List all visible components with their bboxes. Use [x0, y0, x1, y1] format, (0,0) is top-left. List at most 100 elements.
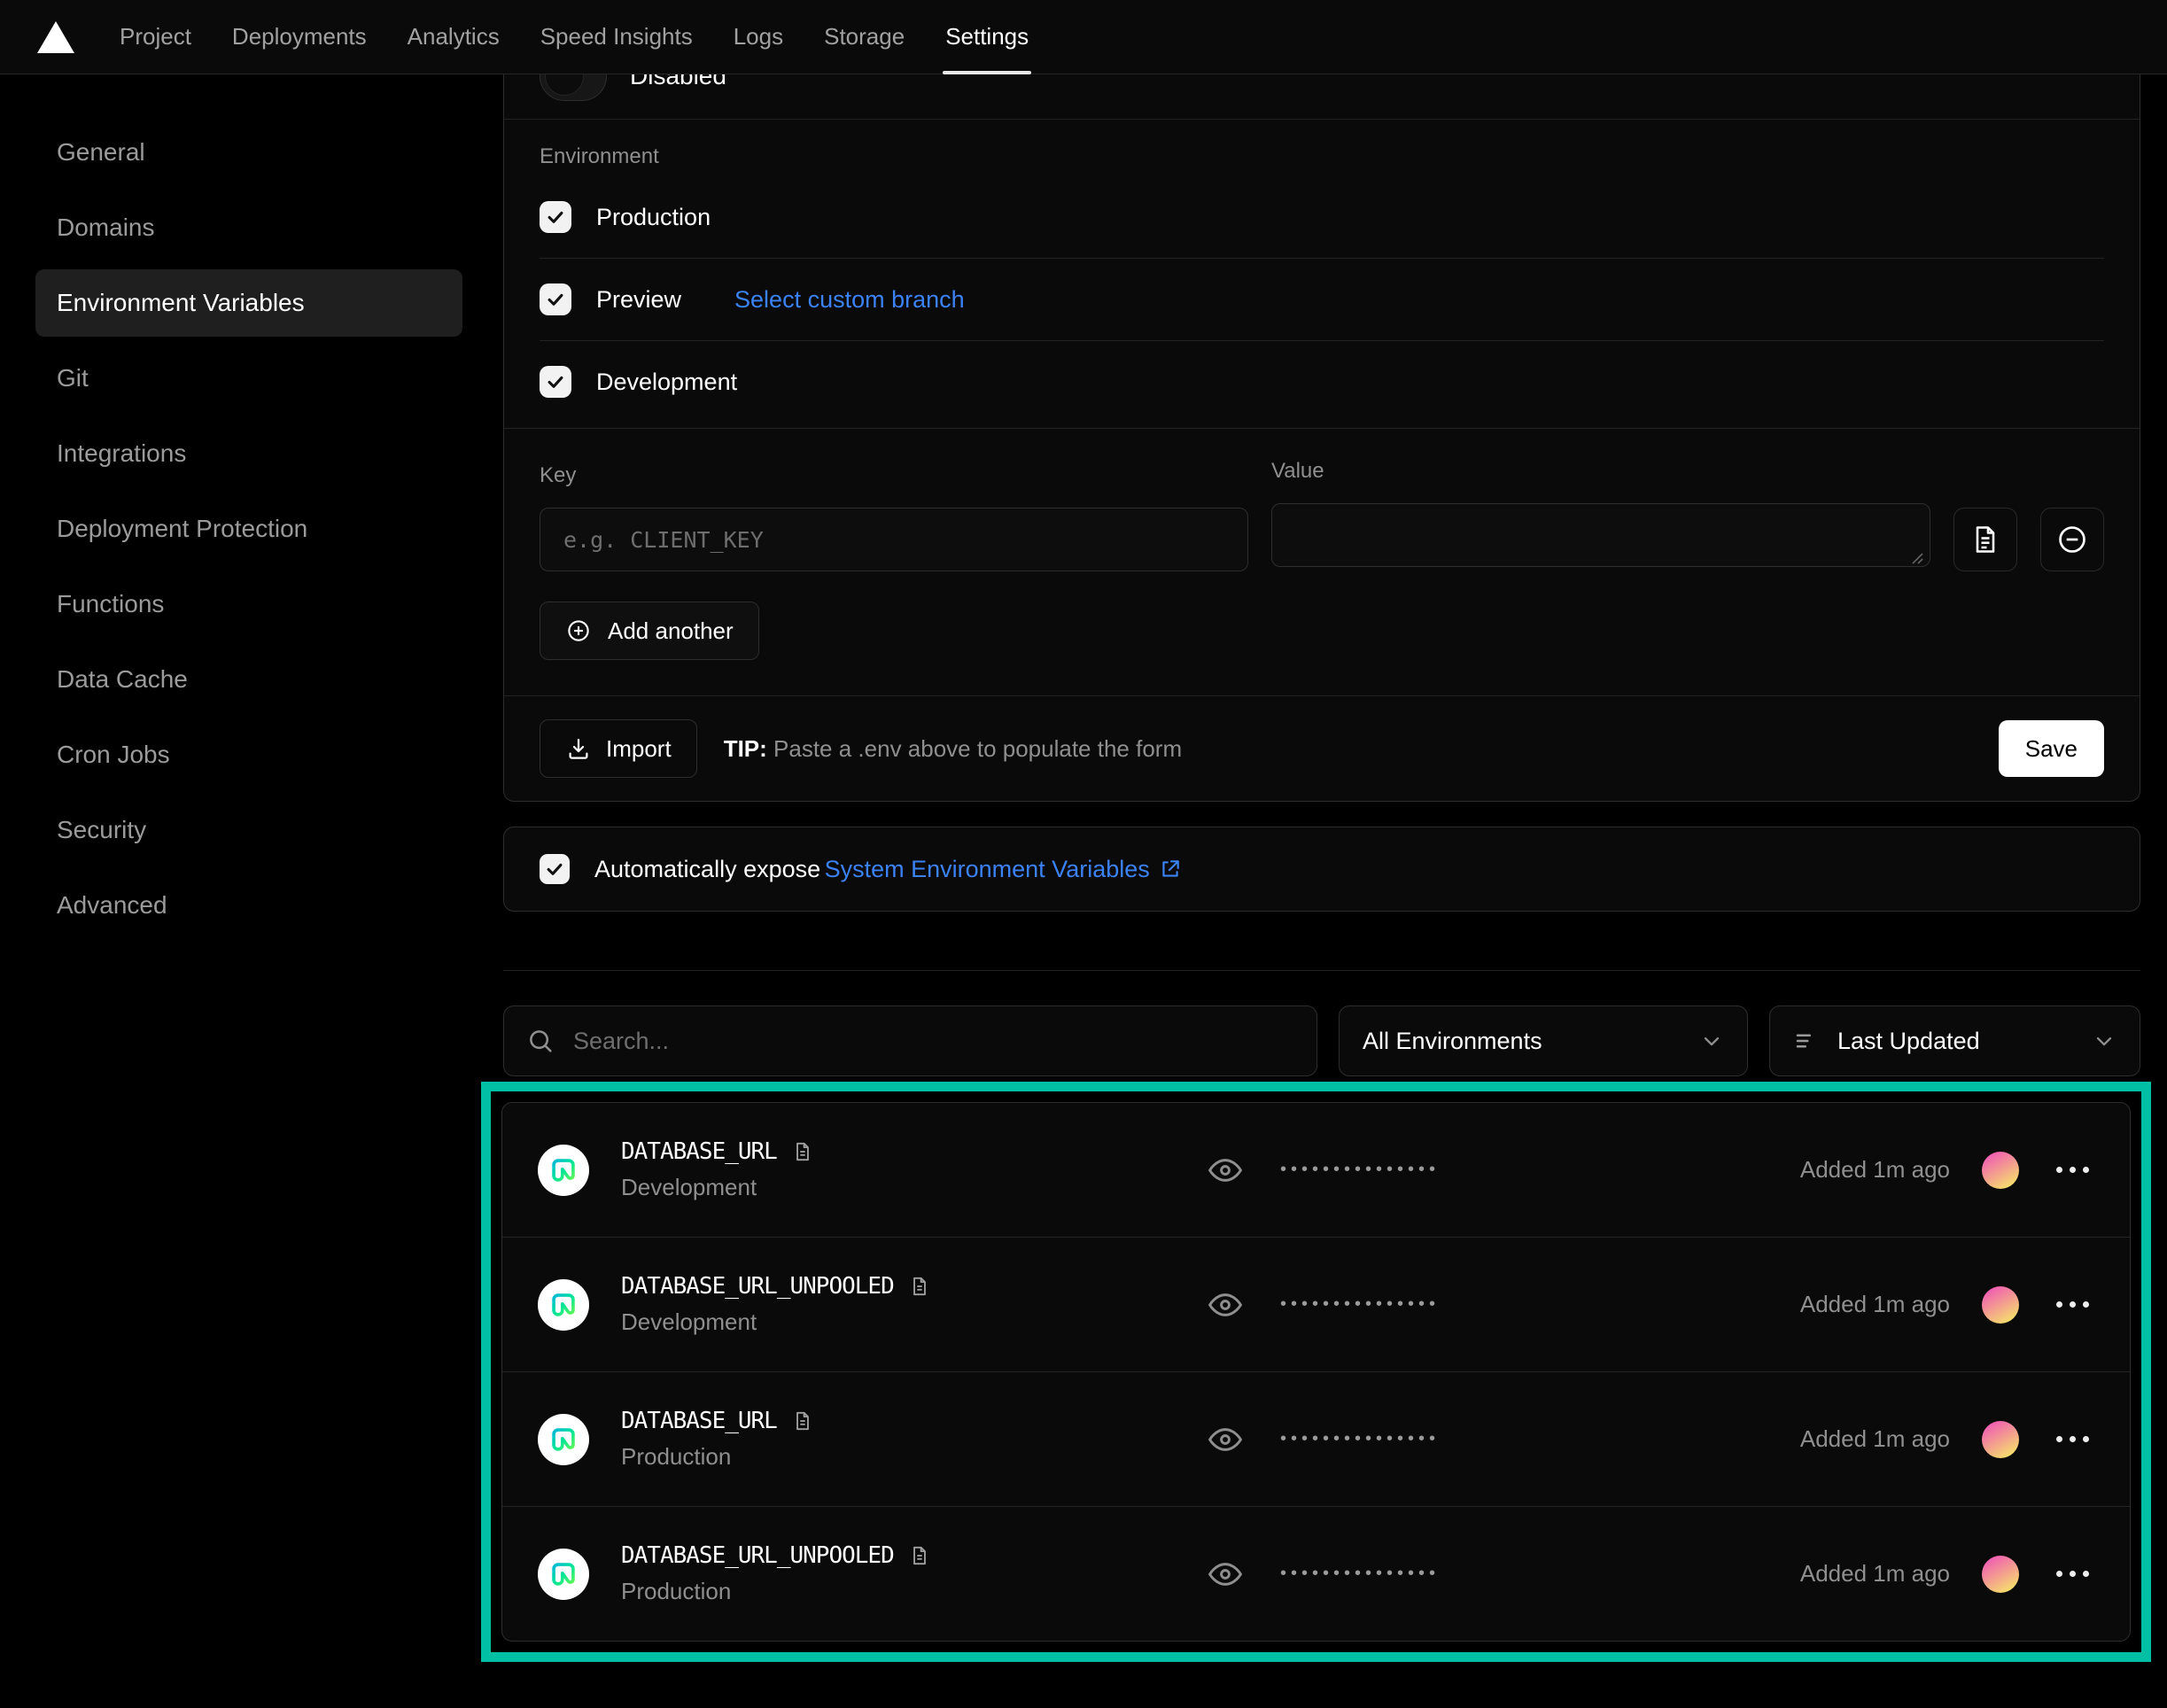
- vercel-logo-icon[interactable]: [37, 21, 74, 53]
- value-input[interactable]: [1271, 503, 1930, 567]
- row-menu-button[interactable]: [2051, 1161, 2094, 1178]
- nav-item-logs[interactable]: Logs: [713, 0, 804, 74]
- masked-value: •••••••••••••••: [1280, 1564, 1440, 1584]
- nav-items: Project Deployments Analytics Speed Insi…: [99, 0, 1049, 74]
- sidebar-item-environment-variables[interactable]: Environment Variables: [35, 269, 462, 337]
- copy-note-icon[interactable]: [791, 1140, 814, 1163]
- user-avatar[interactable]: [1982, 1152, 2019, 1189]
- reveal-value-eye-icon[interactable]: [1206, 1285, 1245, 1324]
- env-var-row[interactable]: DATABASE_URL_UNPOOLED Development ••••••…: [502, 1238, 2130, 1371]
- tip-text: TIP: Paste a .env above to populate the …: [724, 735, 1182, 763]
- select-custom-branch-link[interactable]: Select custom branch: [734, 286, 965, 314]
- sidebar-item-general[interactable]: General: [35, 119, 462, 186]
- production-label: Production: [596, 204, 711, 231]
- row-menu-button[interactable]: [2051, 1296, 2094, 1313]
- production-checkbox[interactable]: [540, 201, 571, 233]
- search-icon: [525, 1026, 555, 1056]
- nav-item-project[interactable]: Project: [99, 0, 212, 74]
- add-another-label: Add another: [608, 617, 734, 645]
- masked-value: •••••••••••••••: [1280, 1294, 1440, 1315]
- env-var-row[interactable]: DATABASE_URL_UNPOOLED Production •••••••…: [502, 1507, 2130, 1641]
- key-label: Key: [540, 463, 1248, 488]
- preview-label: Preview: [596, 286, 681, 314]
- env-var-row[interactable]: DATABASE_URL Production ••••••••••••••• …: [502, 1372, 2130, 1506]
- row-menu-button[interactable]: [2051, 1431, 2094, 1448]
- copy-note-icon[interactable]: [908, 1275, 931, 1298]
- env-var-environment: Development: [621, 1308, 931, 1336]
- filters-row: All Environments Last Updated: [503, 1005, 2140, 1076]
- env-var-name: DATABASE_URL: [621, 1138, 777, 1165]
- neon-integration-icon: [538, 1414, 589, 1465]
- nav-item-deployments[interactable]: Deployments: [212, 0, 387, 74]
- sort-select[interactable]: Last Updated: [1769, 1005, 2140, 1076]
- added-timestamp: Added 1m ago: [1800, 1291, 1950, 1318]
- sidebar-item-integrations[interactable]: Integrations: [35, 420, 462, 487]
- added-timestamp: Added 1m ago: [1800, 1560, 1950, 1588]
- user-avatar[interactable]: [1982, 1286, 2019, 1324]
- download-icon: [565, 735, 592, 762]
- sidebar-item-domains[interactable]: Domains: [35, 194, 462, 261]
- env-var-name: DATABASE_URL: [621, 1408, 777, 1434]
- highlight-annotation-box: DATABASE_URL Development •••••••••••••••…: [481, 1082, 2151, 1662]
- neon-integration-icon: [538, 1279, 589, 1331]
- sidebar-item-deployment-protection[interactable]: Deployment Protection: [35, 495, 462, 563]
- env-variables-panel: Disabled Environment Production Preview: [503, 74, 2140, 1662]
- sidebar-item-cron-jobs[interactable]: Cron Jobs: [35, 721, 462, 788]
- check-icon: [545, 859, 564, 879]
- top-nav: Project Deployments Analytics Speed Insi…: [0, 0, 2167, 74]
- form-footer: Import TIP: Paste a .env above to popula…: [504, 696, 2140, 801]
- key-value-form: Key Value: [504, 429, 2140, 695]
- system-env-card: Automatically expose System Environment …: [503, 827, 2140, 912]
- development-label: Development: [596, 369, 737, 396]
- sidebar-item-advanced[interactable]: Advanced: [35, 872, 462, 939]
- chevron-down-icon: [2092, 1029, 2117, 1053]
- reveal-value-eye-icon[interactable]: [1206, 1555, 1245, 1594]
- nav-item-storage[interactable]: Storage: [804, 0, 925, 74]
- copy-note-icon[interactable]: [908, 1544, 931, 1567]
- reveal-value-eye-icon[interactable]: [1206, 1420, 1245, 1459]
- neon-integration-icon: [538, 1549, 589, 1600]
- nav-item-speed-insights[interactable]: Speed Insights: [520, 0, 713, 74]
- sort-lines-icon: [1793, 1028, 1820, 1054]
- env-var-row[interactable]: DATABASE_URL Development •••••••••••••••…: [502, 1103, 2130, 1237]
- sidebar-item-git[interactable]: Git: [35, 345, 462, 412]
- remove-row-button[interactable]: [2040, 508, 2104, 571]
- external-link-icon: [1159, 858, 1182, 881]
- env-variables-list: DATABASE_URL Development •••••••••••••••…: [501, 1102, 2131, 1642]
- env-var-environment: Production: [621, 1443, 814, 1471]
- user-avatar[interactable]: [1982, 1556, 2019, 1593]
- minus-circle-icon: [2055, 523, 2089, 556]
- sidebar-item-functions[interactable]: Functions: [35, 571, 462, 638]
- add-another-button[interactable]: Add another: [540, 602, 759, 660]
- preview-checkbox[interactable]: [540, 283, 571, 315]
- environment-filter-select[interactable]: All Environments: [1339, 1005, 1748, 1076]
- added-timestamp: Added 1m ago: [1800, 1156, 1950, 1184]
- env-option-preview: Preview Select custom branch: [540, 259, 2104, 340]
- chevron-down-icon: [1699, 1029, 1724, 1053]
- expose-checkbox[interactable]: [540, 854, 570, 884]
- row-menu-button[interactable]: [2051, 1565, 2094, 1582]
- search-input[interactable]: [573, 1028, 1295, 1055]
- nav-item-settings[interactable]: Settings: [925, 0, 1049, 74]
- key-input[interactable]: [540, 508, 1248, 571]
- reveal-value-eye-icon[interactable]: [1206, 1151, 1245, 1190]
- save-button[interactable]: Save: [1999, 720, 2104, 777]
- import-button[interactable]: Import: [540, 719, 697, 778]
- settings-sidebar: General Domains Environment Variables Gi…: [0, 74, 503, 947]
- environment-section: Environment Production Preview Select cu…: [504, 120, 2140, 428]
- development-checkbox[interactable]: [540, 366, 571, 398]
- plus-circle-icon: [565, 617, 592, 644]
- value-label: Value: [1271, 459, 1930, 484]
- system-env-variables-link[interactable]: System Environment Variables: [825, 856, 1182, 883]
- sidebar-item-security[interactable]: Security: [35, 796, 462, 864]
- sidebar-item-data-cache[interactable]: Data Cache: [35, 646, 462, 713]
- nav-item-analytics[interactable]: Analytics: [387, 0, 520, 74]
- document-icon: [1969, 524, 2001, 555]
- copy-note-icon[interactable]: [791, 1409, 814, 1432]
- user-avatar[interactable]: [1982, 1421, 2019, 1458]
- masked-value: •••••••••••••••: [1280, 1160, 1440, 1180]
- paste-env-button[interactable]: [1953, 508, 2017, 571]
- env-option-production: Production: [540, 176, 2104, 258]
- expose-text: Automatically expose: [594, 856, 820, 882]
- env-var-environment: Development: [621, 1174, 814, 1201]
